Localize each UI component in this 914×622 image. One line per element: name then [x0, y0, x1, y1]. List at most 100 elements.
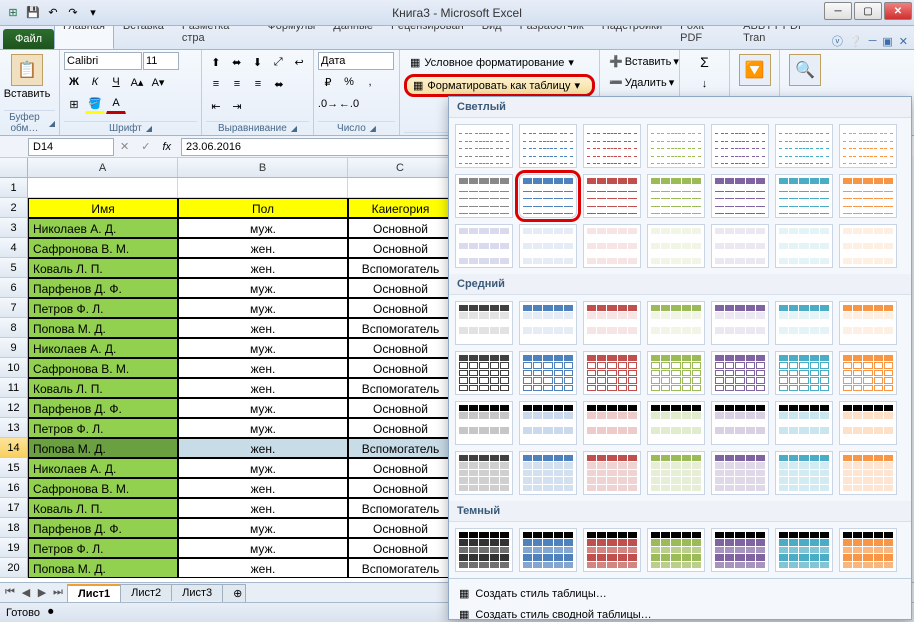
cell[interactable]: Основной	[348, 478, 453, 498]
decimal-increase-icon[interactable]: .0→	[318, 94, 338, 114]
table-style-swatch[interactable]	[455, 401, 513, 445]
cell[interactable]: Петров Ф. Л.	[28, 538, 178, 558]
cell[interactable]: Основной	[348, 298, 453, 318]
font-name-combo[interactable]: Calibri	[64, 52, 142, 70]
autosum-icon[interactable]: Σ	[695, 52, 715, 72]
table-style-swatch[interactable]	[455, 301, 513, 345]
percent-icon[interactable]: %	[339, 72, 359, 92]
wrap-text-icon[interactable]: ↩	[289, 52, 309, 72]
underline-icon[interactable]: Ч	[106, 72, 126, 92]
table-style-swatch[interactable]	[647, 174, 705, 218]
table-style-swatch[interactable]	[583, 174, 641, 218]
row-header[interactable]: 15	[0, 458, 28, 478]
sheet-tab[interactable]: Лист2	[120, 584, 172, 601]
cell[interactable]: Основной	[348, 218, 453, 238]
table-style-swatch[interactable]	[775, 301, 833, 345]
cell[interactable]: Основной	[348, 538, 453, 558]
cell[interactable]: муж.	[178, 398, 348, 418]
table-style-swatch[interactable]	[839, 124, 897, 168]
table-style-swatch[interactable]	[775, 351, 833, 395]
table-style-swatch[interactable]	[711, 301, 769, 345]
align-top-icon[interactable]: ⬆	[206, 52, 226, 72]
maximize-button[interactable]: ▢	[854, 2, 882, 20]
cell[interactable]: Сафронова В. М.	[28, 238, 178, 258]
column-header[interactable]: A	[28, 158, 178, 177]
macro-record-icon[interactable]: ⏺	[48, 606, 54, 619]
table-style-swatch[interactable]	[519, 174, 577, 218]
row-header[interactable]: 2	[0, 198, 28, 218]
borders-icon[interactable]: ⊞	[64, 94, 84, 114]
new-sheet-tab[interactable]: ⊕	[222, 584, 246, 602]
table-style-swatch[interactable]	[455, 528, 513, 572]
cell[interactable]: Основной	[348, 398, 453, 418]
sheet-tab[interactable]: Лист3	[171, 584, 223, 601]
table-style-swatch[interactable]	[583, 301, 641, 345]
cell[interactable]: муж.	[178, 278, 348, 298]
row-header[interactable]: 8	[0, 318, 28, 338]
table-style-swatch[interactable]	[711, 224, 769, 268]
sheet-tab[interactable]: Лист1	[67, 584, 121, 602]
table-style-swatch[interactable]	[711, 174, 769, 218]
minimize-button[interactable]: ─	[824, 2, 852, 20]
cell[interactable]: муж.	[178, 538, 348, 558]
table-style-swatch[interactable]	[647, 124, 705, 168]
row-header[interactable]: 14	[0, 438, 28, 458]
cell[interactable]: Попова М. Д.	[28, 438, 178, 458]
conditional-formatting-button[interactable]: ▦ Условное форматирование ▾	[404, 54, 595, 71]
bold-icon[interactable]: Ж	[64, 72, 84, 92]
table-style-swatch[interactable]	[711, 528, 769, 572]
font-size-combo[interactable]: 11	[143, 52, 179, 70]
cell[interactable]: Коваль Л. П.	[28, 498, 178, 518]
row-header[interactable]: 16	[0, 478, 28, 498]
comma-icon[interactable]: ,	[360, 72, 380, 92]
cell[interactable]: Основной	[348, 358, 453, 378]
table-style-swatch[interactable]	[647, 451, 705, 495]
column-header[interactable]: B	[178, 158, 348, 177]
table-style-swatch[interactable]	[455, 224, 513, 268]
table-header-cell[interactable]: Имя	[28, 198, 178, 218]
cell[interactable]: Сафронова В. М.	[28, 358, 178, 378]
row-header[interactable]: 11	[0, 378, 28, 398]
table-style-swatch[interactable]	[519, 301, 577, 345]
cell[interactable]: Вспомогатель	[348, 318, 453, 338]
table-style-swatch[interactable]	[839, 451, 897, 495]
table-style-swatch[interactable]	[455, 451, 513, 495]
font-color-icon[interactable]: A	[106, 94, 126, 114]
cell[interactable]: Вспомогатель	[348, 558, 453, 578]
cell[interactable]: жен.	[178, 498, 348, 518]
table-style-swatch[interactable]	[583, 451, 641, 495]
table-style-swatch[interactable]	[647, 351, 705, 395]
table-style-swatch[interactable]	[455, 174, 513, 218]
paste-button[interactable]: 📋 Вставить	[4, 52, 50, 110]
table-style-swatch[interactable]	[519, 351, 577, 395]
cell[interactable]: Николаев А. Д.	[28, 458, 178, 478]
delete-cells-button[interactable]: ➖Удалить▾	[604, 73, 675, 92]
cell[interactable]: Петров Ф. Л.	[28, 298, 178, 318]
cell[interactable]: жен.	[178, 438, 348, 458]
row-header[interactable]: 7	[0, 298, 28, 318]
next-sheet-icon[interactable]: ▶	[34, 586, 50, 599]
font-grow-icon[interactable]: A▴	[127, 72, 147, 92]
cell[interactable]: жен.	[178, 358, 348, 378]
format-as-table-button[interactable]: ▦ Форматировать как таблицу ▾	[404, 74, 595, 97]
cell[interactable]: жен.	[178, 258, 348, 278]
row-header[interactable]: 1	[0, 178, 28, 198]
cell[interactable]: жен.	[178, 378, 348, 398]
cell[interactable]: Николаев А. Д.	[28, 338, 178, 358]
cell[interactable]: Парфенов Д. Ф.	[28, 398, 178, 418]
cell[interactable]: жен.	[178, 558, 348, 578]
row-header[interactable]: 19	[0, 538, 28, 558]
cell[interactable]: жен.	[178, 318, 348, 338]
table-style-swatch[interactable]	[711, 124, 769, 168]
new-table-style-button[interactable]: ▦Создать стиль таблицы…	[449, 583, 911, 604]
cell[interactable]: Парфенов Д. Ф.	[28, 278, 178, 298]
table-style-swatch[interactable]	[583, 528, 641, 572]
cell[interactable]: муж.	[178, 298, 348, 318]
italic-icon[interactable]: К	[85, 72, 105, 92]
table-style-swatch[interactable]	[775, 528, 833, 572]
cell[interactable]: муж.	[178, 218, 348, 238]
new-pivot-style-button[interactable]: ▦Создать стиль сводной таблицы…	[449, 604, 911, 620]
column-header[interactable]: C	[348, 158, 453, 177]
table-style-swatch[interactable]	[775, 124, 833, 168]
align-right-icon[interactable]: ≡	[248, 74, 268, 94]
